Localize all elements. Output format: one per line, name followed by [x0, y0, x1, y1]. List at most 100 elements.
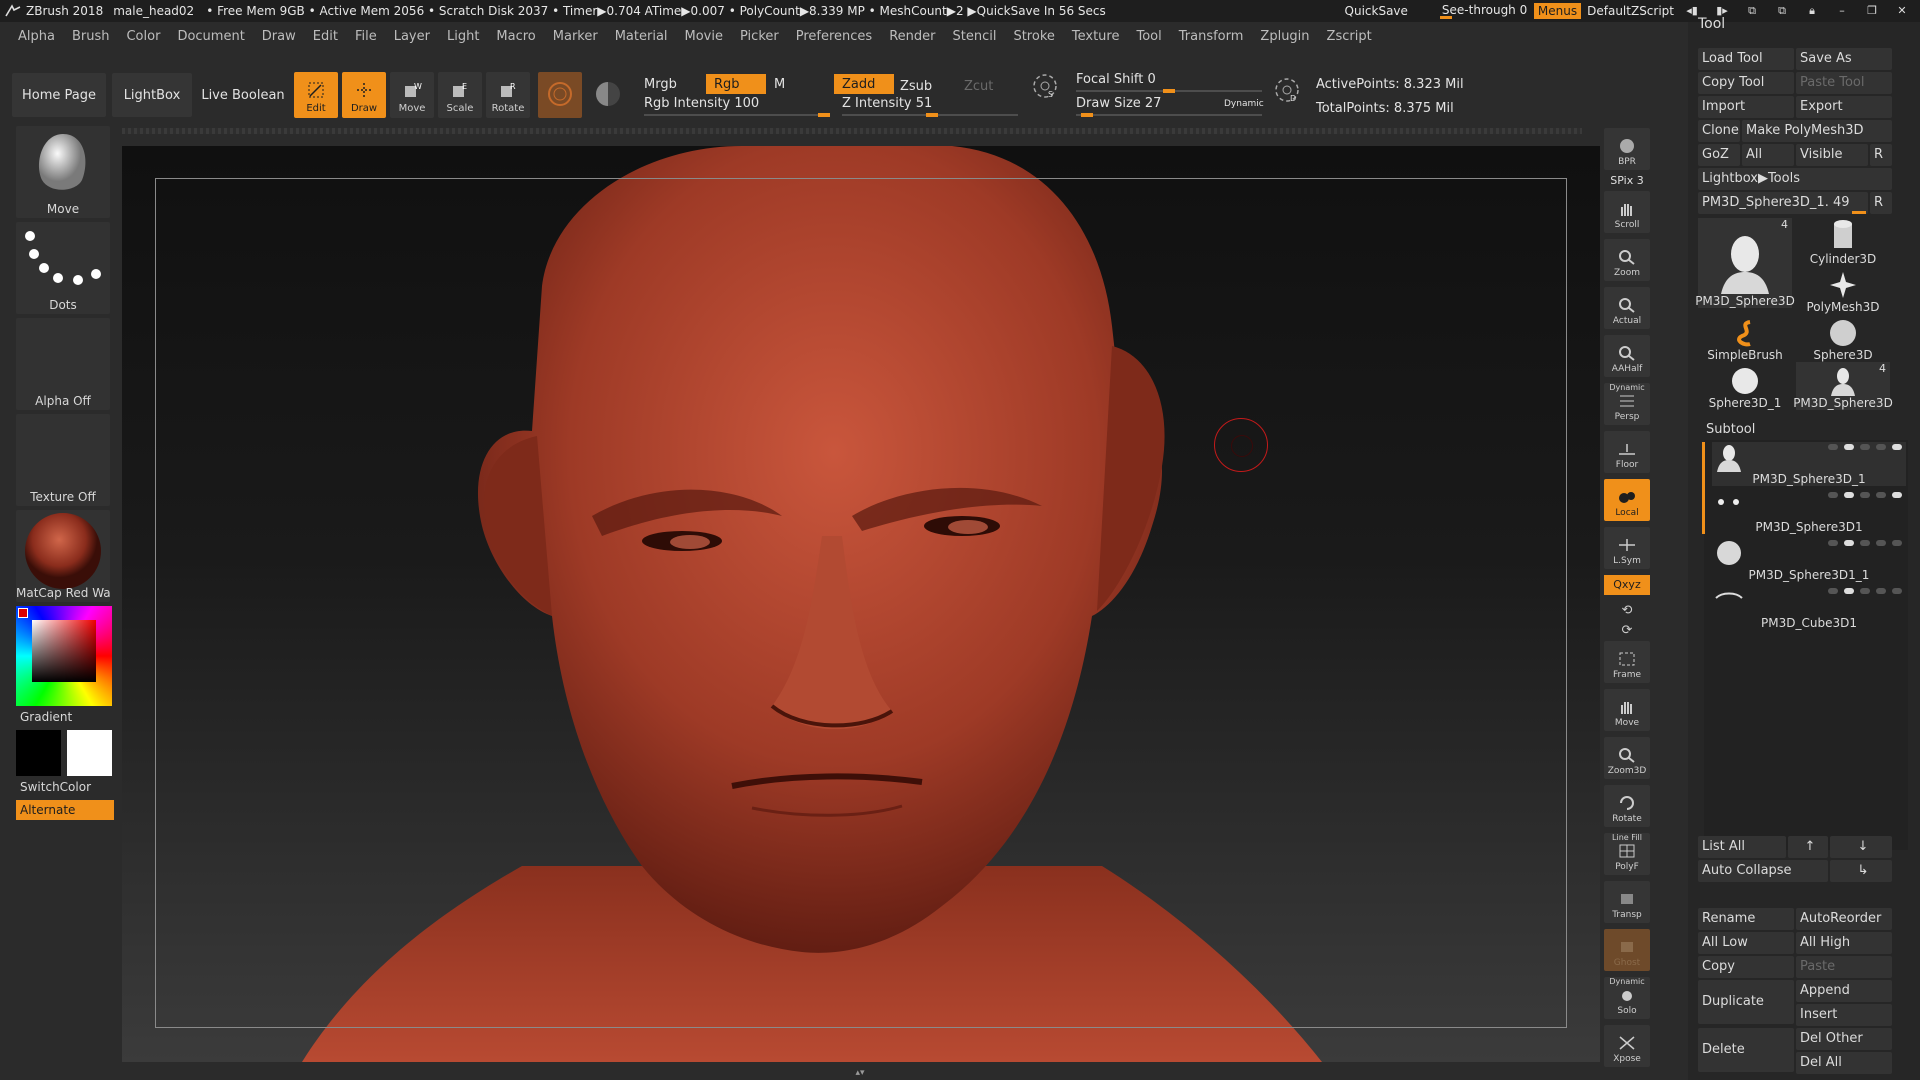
return-arrow-icon[interactable]: ↳ — [1830, 860, 1892, 882]
gradient-sphere-button[interactable] — [586, 72, 630, 118]
material-sphere-button[interactable] — [538, 72, 582, 118]
menu-brush[interactable]: Brush — [72, 29, 110, 44]
color-swatches[interactable] — [16, 730, 112, 776]
menu-alpha[interactable]: Alpha — [18, 29, 55, 44]
tool-thumb-polymesh3d[interactable]: PolyMesh3D — [1796, 266, 1890, 314]
material-selector[interactable]: MatCap Red Wax — [16, 510, 110, 602]
menu-render[interactable]: Render — [889, 29, 935, 44]
clone-button[interactable]: Clone — [1698, 120, 1740, 142]
live-boolean-button[interactable]: Live Boolean — [198, 73, 288, 117]
local-button[interactable]: Local — [1604, 479, 1650, 521]
subtool-toggles[interactable] — [1828, 540, 1902, 546]
polyf-button[interactable]: Line Fill PolyF — [1604, 833, 1650, 875]
move-view-button[interactable]: Move — [1604, 689, 1650, 731]
list-all-button[interactable]: List All — [1698, 836, 1786, 858]
auto-collapse-button[interactable]: Auto Collapse — [1698, 860, 1828, 882]
move-down-icon[interactable]: ↓ — [1830, 836, 1892, 858]
lightbox-button[interactable]: LightBox — [112, 73, 192, 117]
duplicate-button[interactable]: Duplicate — [1698, 980, 1794, 1024]
tool-r-button[interactable]: R — [1870, 192, 1892, 214]
texture-selector[interactable]: Texture Off — [16, 414, 110, 506]
copy-tool-button[interactable]: Copy Tool — [1698, 72, 1794, 94]
menu-picker[interactable]: Picker — [740, 29, 779, 44]
secondary-color-swatch[interactable] — [16, 730, 61, 776]
menu-material[interactable]: Material — [615, 29, 668, 44]
document-canvas[interactable] — [122, 146, 1600, 1062]
rgb-intensity-slider[interactable]: Rgb Intensity 100 — [644, 96, 830, 117]
persp-button[interactable]: Dynamic Persp — [1604, 383, 1650, 425]
menu-macro[interactable]: Macro — [496, 29, 535, 44]
subtool-item[interactable]: PM3D_Sphere3D_1 — [1712, 442, 1906, 486]
tool-thumb-pm3d-sphere3d[interactable]: 4 PM3D_Sphere3D — [1695, 218, 1795, 308]
menu-zplugin[interactable]: Zplugin — [1260, 29, 1309, 44]
append-button[interactable]: Append — [1796, 980, 1892, 1002]
autoreorder-button[interactable]: AutoReorder — [1796, 908, 1892, 930]
lazy-mouse-icon[interactable]: D — [1272, 78, 1302, 103]
copy-subtool-button[interactable]: Copy — [1698, 956, 1794, 978]
menu-tool[interactable]: Tool — [1136, 29, 1161, 44]
frame-button[interactable]: Frame — [1604, 641, 1650, 683]
alternate-button[interactable]: Alternate — [16, 800, 114, 820]
paste-subtool-button[interactable]: Paste — [1796, 956, 1892, 978]
current-tool-slider[interactable]: PM3D_Sphere3D_1. 49 — [1698, 192, 1868, 214]
subtool-toggles[interactable] — [1828, 588, 1902, 594]
all-high-button[interactable]: All High — [1796, 932, 1892, 954]
rotate-view-button[interactable]: Rotate — [1604, 785, 1650, 827]
color-picker[interactable] — [16, 606, 112, 706]
subtool-toggles[interactable] — [1828, 492, 1902, 498]
close-icon[interactable]: ✕ — [1892, 4, 1912, 18]
transp-button[interactable]: Transp — [1604, 881, 1650, 923]
menu-edit[interactable]: Edit — [313, 29, 338, 44]
draw-mode-button[interactable]: Draw — [342, 72, 386, 118]
see-through-slider[interactable]: See-through 0 — [1436, 2, 1527, 20]
goz-visible-button[interactable]: Visible — [1796, 144, 1868, 166]
move-up-icon[interactable]: ↑ — [1788, 836, 1828, 858]
brush-selector[interactable]: Move — [16, 126, 110, 218]
bpr-button[interactable]: BPR — [1604, 128, 1650, 170]
import-button[interactable]: Import — [1698, 96, 1794, 118]
menu-light[interactable]: Light — [447, 29, 479, 44]
minimize-icon[interactable]: – — [1832, 4, 1852, 18]
menu-preferences[interactable]: Preferences — [796, 29, 872, 44]
goz-all-button[interactable]: All — [1742, 144, 1794, 166]
subtool-section-title[interactable]: Subtool — [1706, 422, 1755, 437]
menu-marker[interactable]: Marker — [553, 29, 598, 44]
canvas-bottom-scroll-handle[interactable]: ▴▾ — [796, 1068, 924, 1078]
export-button[interactable]: Export — [1796, 96, 1892, 118]
rotate-z-icon[interactable]: ⟳ — [1604, 621, 1650, 641]
del-all-button[interactable]: Del All — [1796, 1052, 1892, 1074]
rename-button[interactable]: Rename — [1698, 908, 1794, 930]
delete-button[interactable]: Delete — [1698, 1028, 1794, 1072]
gradient-toggle[interactable]: Gradient — [20, 710, 114, 724]
dynamic-size-toggle[interactable]: Dynamic — [1224, 94, 1264, 114]
switch-color-button[interactable]: SwitchColor — [20, 780, 114, 794]
restore-icon[interactable]: ❐ — [1862, 4, 1882, 18]
paste-tool-button[interactable]: Paste Tool — [1796, 72, 1892, 94]
lightbox-tools-button[interactable]: Lightbox▶Tools — [1698, 168, 1892, 190]
menu-transform[interactable]: Transform — [1179, 29, 1244, 44]
insert-button[interactable]: Insert — [1796, 1004, 1892, 1026]
rotate-mode-button[interactable]: R Rotate — [486, 72, 530, 118]
focal-circle-icon[interactable]: S — [1030, 74, 1060, 99]
subtool-item[interactable]: PM3D_Cube3D1 — [1712, 586, 1906, 630]
m-toggle[interactable]: M — [774, 74, 785, 94]
rotate-y-icon[interactable]: ⟲ — [1604, 601, 1650, 621]
menu-color[interactable]: Color — [126, 29, 160, 44]
saturation-square[interactable] — [32, 620, 96, 682]
aahalf-button[interactable]: AAHalf — [1604, 335, 1650, 377]
del-other-button[interactable]: Del Other — [1796, 1028, 1892, 1050]
menu-document[interactable]: Document — [177, 29, 244, 44]
menu-stroke[interactable]: Stroke — [1013, 29, 1054, 44]
mrgb-toggle[interactable]: Mrgb — [644, 74, 677, 94]
default-zscript-button[interactable]: DefaultZScript — [1587, 4, 1674, 18]
tool-thumb-pm3d-sphere3d-2[interactable]: 4 PM3D_Sphere3D — [1793, 362, 1893, 410]
quicksave-button[interactable]: QuickSave — [1345, 4, 1408, 18]
zcut-toggle[interactable]: Zcut — [964, 76, 993, 96]
lock-icon[interactable]: 🔒︎ — [1802, 4, 1822, 18]
scale-mode-button[interactable]: E Scale — [438, 72, 482, 118]
menu-movie[interactable]: Movie — [685, 29, 723, 44]
menus-toggle[interactable]: Menus — [1533, 3, 1582, 19]
all-low-button[interactable]: All Low — [1698, 932, 1794, 954]
focal-shift-slider[interactable]: Focal Shift 0 — [1076, 72, 1262, 93]
goz-button[interactable]: GoZ — [1698, 144, 1740, 166]
